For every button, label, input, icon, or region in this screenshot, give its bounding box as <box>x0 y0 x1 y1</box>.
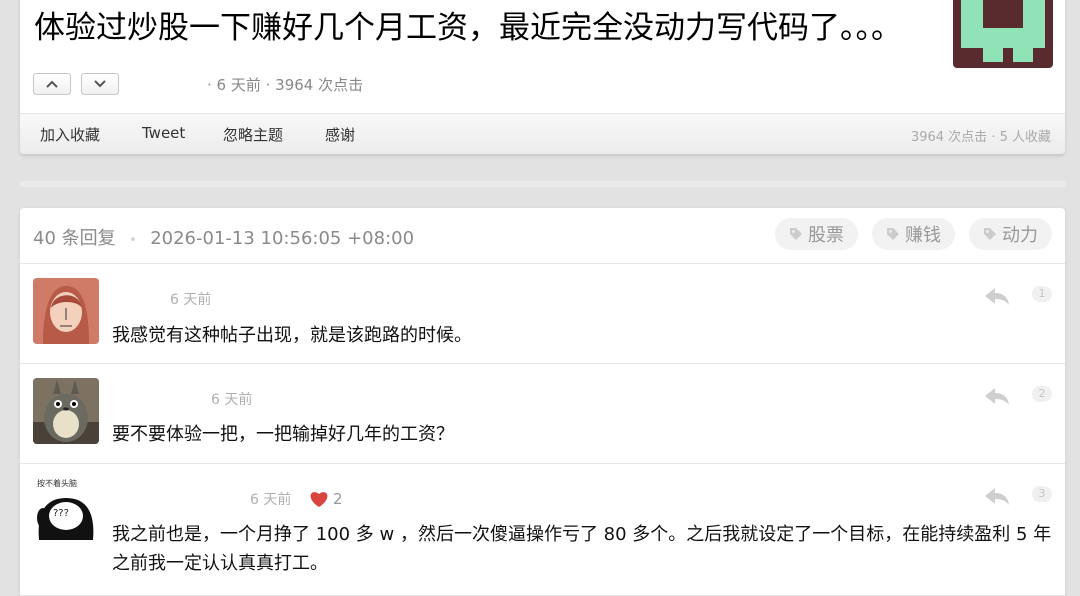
reply-time: 6 天前 <box>250 492 292 508</box>
topic-stats: 3964 次点击 · 5 人收藏 <box>910 130 1051 145</box>
tag-icon <box>790 228 802 240</box>
tag-icon <box>887 228 899 240</box>
replies-header: 40 条回复 • 2026-01-13 10:56:05 +08:00 股票 赚… <box>20 208 1065 264</box>
chevron-up-icon <box>46 80 58 88</box>
avatar-illustration <box>33 278 99 344</box>
heart-icon <box>310 492 328 507</box>
downvote-button[interactable] <box>81 73 119 95</box>
avatar-illustration <box>33 378 99 444</box>
tweet-link[interactable]: Tweet <box>142 124 185 142</box>
heart-count: 2 <box>333 490 343 508</box>
tag-label: 股票 <box>808 225 844 246</box>
replies-summary: 40 条回复 • 2026-01-13 10:56:05 +08:00 <box>33 224 414 250</box>
reply-content: 我之前也是，一个月挣了 100 多 w ，然后一次傻逼操作亏了 80 多个。之后… <box>112 524 1052 574</box>
reply-content: 要不要体验一把，一把输掉好几年的工资？ <box>112 424 454 445</box>
topic-toolbar: 加入收藏 Tweet 忽略主题 感谢 3964 次点击 · 5 人收藏 <box>20 113 1065 154</box>
reply-arrow-icon[interactable] <box>983 286 1011 306</box>
reply-count: 40 条回复 <box>33 228 116 249</box>
upvote-button[interactable] <box>33 73 71 95</box>
reply-time: 6 天前 <box>170 292 212 308</box>
tag-motivation[interactable]: 动力 <box>969 218 1052 250</box>
topic-author-avatar[interactable] <box>953 0 1053 68</box>
reply-item: 6 天前 1 我感觉有这种帖子出现，就是该跑路的时候。 <box>20 264 1065 364</box>
reply-arrow-icon[interactable] <box>983 486 1011 506</box>
floor-number: 3 <box>1032 486 1052 502</box>
reply-time: 6 天前 <box>211 392 253 408</box>
avatar[interactable] <box>33 278 99 344</box>
tag-stocks[interactable]: 股票 <box>775 218 858 250</box>
topic-title: 体验过炒股一下赚好几个月工资，最近完全没动力写代码了。。。 <box>34 10 902 46</box>
avatar[interactable] <box>33 378 99 444</box>
chevron-down-icon <box>94 80 106 88</box>
tag-label: 动力 <box>1002 225 1038 246</box>
reply-content: 我感觉有这种帖子出现，就是该跑路的时候。 <box>112 325 472 346</box>
topic-timestamp: 2026-01-13 10:56:05 +08:00 <box>150 228 415 249</box>
tag-label: 赚钱 <box>905 225 941 246</box>
vote-row: · 6 天前 · 3964 次点击 <box>33 73 363 95</box>
floor-number: 1 <box>1032 286 1052 302</box>
reply-item: 6 天前 2 要不要体验一把，一把输掉好几年的工资？ <box>20 364 1065 464</box>
replies-card: 40 条回复 • 2026-01-13 10:56:05 +08:00 股票 赚… <box>20 208 1065 596</box>
tag-list: 股票 赚钱 动力 <box>761 218 1052 250</box>
avatar-caption: 按不着头脑 <box>37 479 77 488</box>
tag-make-money[interactable]: 赚钱 <box>872 218 955 250</box>
thanks-count: 2 <box>309 490 343 508</box>
separator: • <box>129 233 137 247</box>
floor-number: 2 <box>1032 386 1052 402</box>
ignore-topic-link[interactable]: 忽略主题 <box>223 124 283 145</box>
avatar-question-marks: ??? <box>53 508 69 519</box>
divider <box>20 181 1065 187</box>
reply-item: 按不着头脑 ??? 6 天前 2 3 我之前也是，一个月挣了 100 多 w ，… <box>20 464 1065 596</box>
avatar[interactable]: 按不着头脑 ??? <box>33 476 99 542</box>
reply-arrow-icon[interactable] <box>983 386 1011 406</box>
favorite-link[interactable]: 加入收藏 <box>40 124 100 145</box>
topic-card: 体验过炒股一下赚好几个月工资，最近完全没动力写代码了。。。 · 6 天前 · 3… <box>20 0 1065 154</box>
topic-meta: · 6 天前 · 3964 次点击 <box>207 75 364 94</box>
tag-icon <box>984 228 996 240</box>
thanks-link[interactable]: 感谢 <box>325 124 355 145</box>
